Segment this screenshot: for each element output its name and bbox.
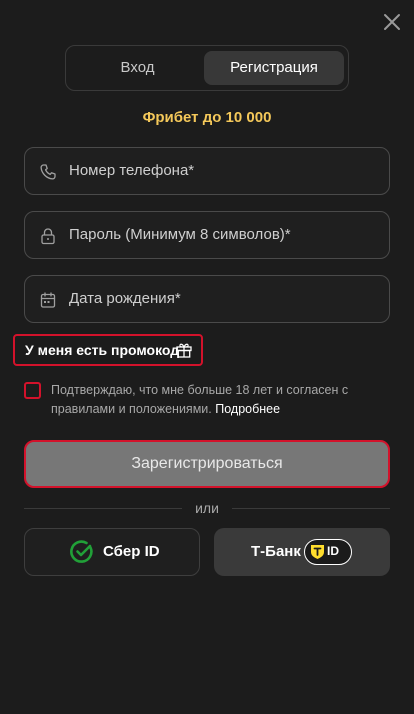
consent-more-link[interactable]: Подробнее [215,402,280,416]
age-consent-checkbox[interactable] [24,382,41,399]
phone-icon [40,164,56,180]
divider-line-right [232,508,390,509]
calendar-icon [40,292,56,308]
freebet-promo-title: Фрибет до 10 000 [142,109,272,126]
register-button[interactable]: Зарегистрироваться [24,440,390,488]
phone-placeholder: Номер телефона* [69,162,195,179]
tab-registration[interactable]: Регистрация [204,51,344,85]
auth-tabs: Вход Регистрация [65,45,349,91]
promo-code-link[interactable]: У меня есть промокод [13,334,203,366]
birthdate-field[interactable]: Дата рождения* [24,275,390,323]
sber-logo-icon [70,540,93,563]
phone-field[interactable]: Номер телефона* [24,147,390,195]
sber-id-button[interactable]: Сбер ID [24,528,200,576]
promo-code-label: У меня есть промокод [25,342,180,358]
consent-text: Подтверждаю, что мне больше 18 лет и сог… [51,383,349,416]
birthdate-placeholder: Дата рождения* [69,290,181,307]
tbank-id-button[interactable]: Т-Банк ID [214,528,390,576]
tbank-id-text: ID [327,544,339,558]
age-consent-text: Подтверждаю, что мне больше 18 лет и сог… [51,381,381,419]
password-field[interactable]: Пароль (Минимум 8 символов)* [24,211,390,259]
password-placeholder: Пароль (Минимум 8 символов)* [69,226,291,243]
tbank-id-badge: ID [304,539,352,565]
sber-id-label: Сбер ID [103,543,160,560]
gift-icon [176,343,192,358]
close-icon [384,14,400,30]
tab-login[interactable]: Вход [71,51,204,85]
tbank-label: Т-Банк [251,543,301,560]
tbank-shield-icon [311,545,324,559]
lock-icon [41,228,55,245]
close-button[interactable] [381,11,403,33]
